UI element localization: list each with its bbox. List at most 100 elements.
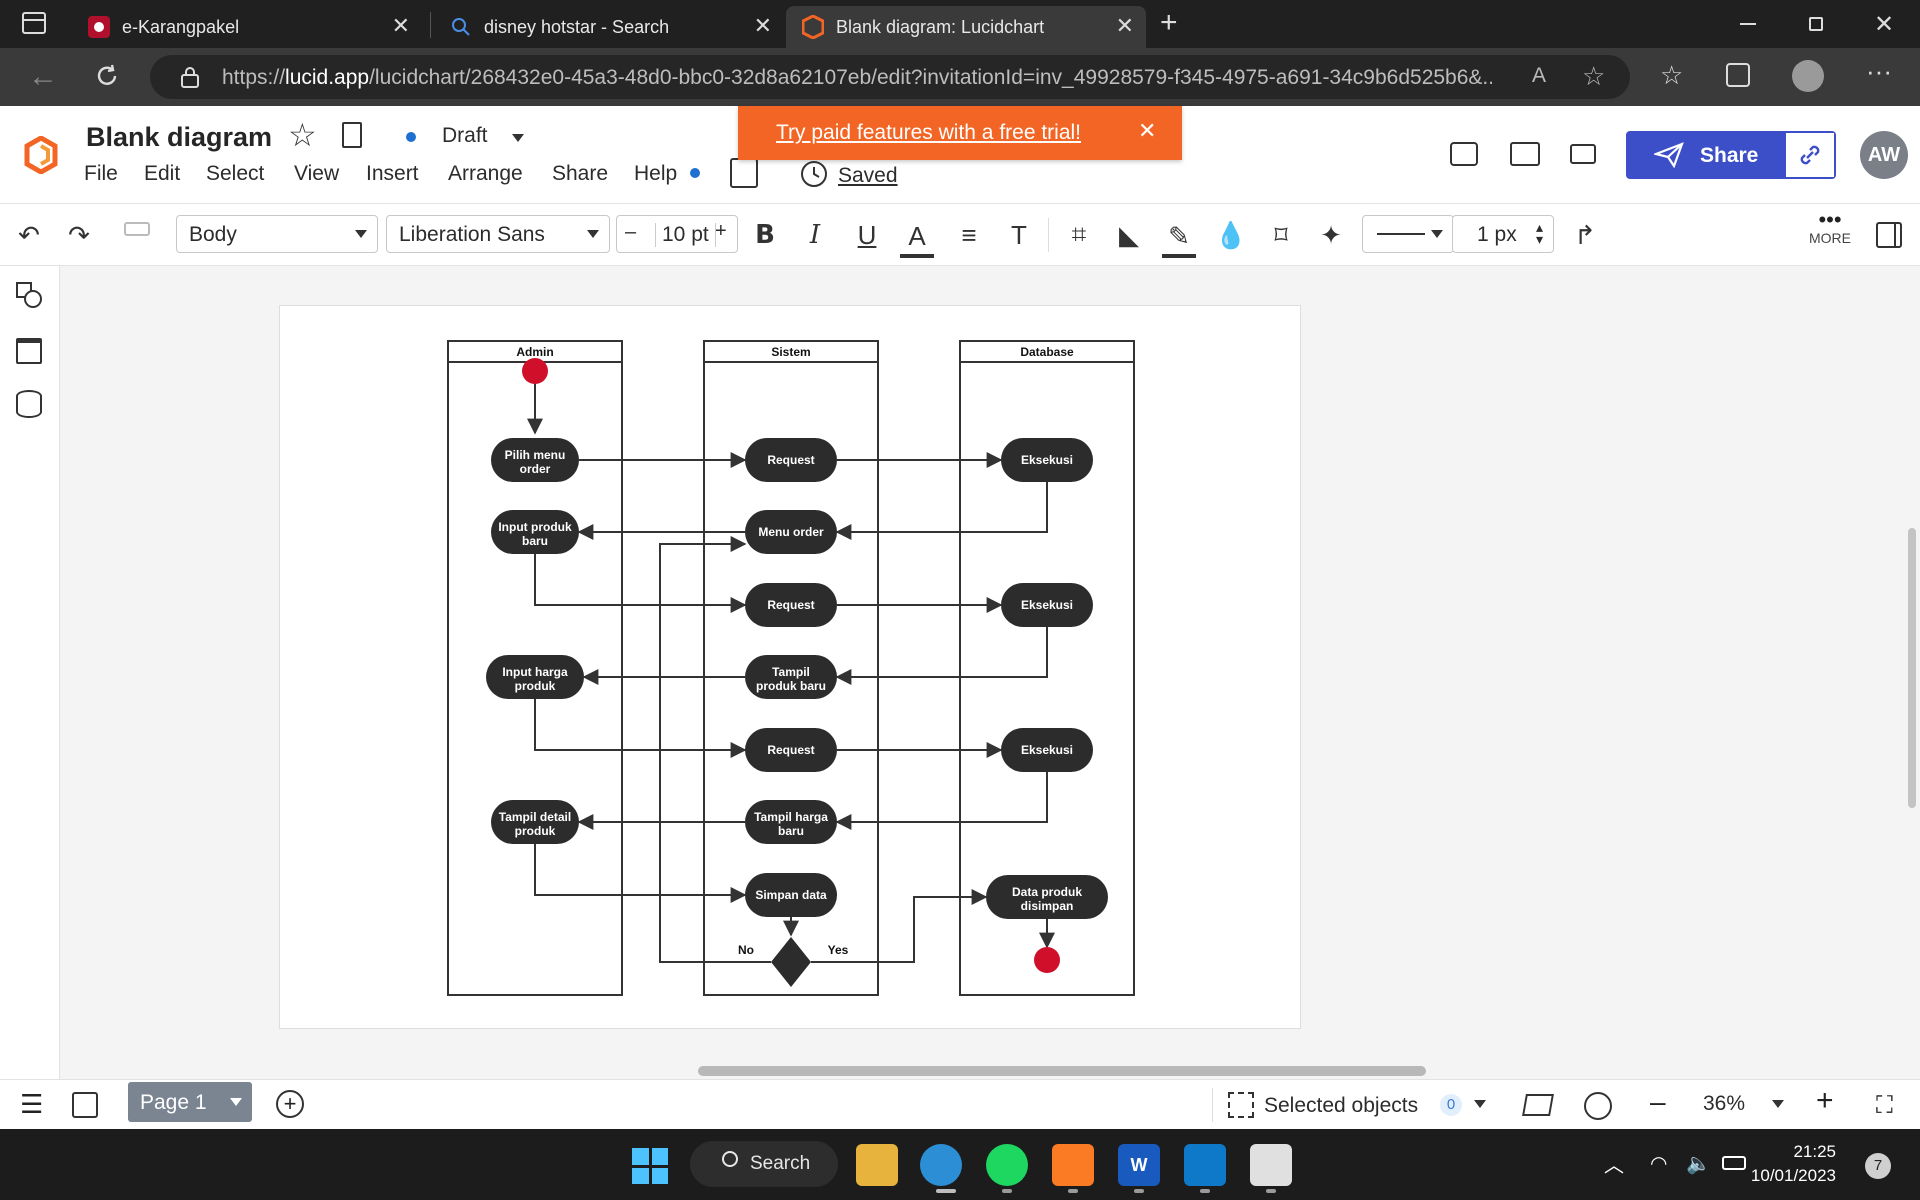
node-pilih-menu-order[interactable]: Pilih menu order <box>491 438 579 482</box>
chevron-up-icon[interactable]: ︿ <box>1604 1149 1624 1178</box>
node-eksekusi-1[interactable]: Eksekusi <box>1001 438 1093 482</box>
layers-icon[interactable] <box>1522 1094 1554 1116</box>
file-explorer-icon[interactable] <box>856 1144 898 1186</box>
minimize-button[interactable] <box>1728 8 1768 40</box>
xampp-icon[interactable] <box>1052 1144 1094 1186</box>
node-request-2[interactable]: Request <box>745 583 837 627</box>
menu-insert[interactable]: Insert <box>366 162 419 186</box>
theme-icon[interactable]: ⌑ <box>1264 218 1298 252</box>
feature-find-icon[interactable] <box>730 158 758 188</box>
crop-icon[interactable]: ⌗ <box>1062 218 1096 252</box>
collections-icon[interactable] <box>1726 63 1750 87</box>
menu-arrange[interactable]: Arrange <box>448 162 523 186</box>
url-bar[interactable]: https://lucid.app/lucidchart/268432e0-45… <box>150 55 1630 99</box>
chevron-down-icon[interactable] <box>1772 1100 1784 1108</box>
zoom-level[interactable]: 36% <box>1703 1092 1745 1116</box>
windows-start-icon[interactable] <box>632 1148 668 1184</box>
volume-icon[interactable]: 🔈 <box>1686 1151 1711 1176</box>
trial-link[interactable]: Try paid features with a free trial! <box>776 121 1081 145</box>
data-link-icon[interactable] <box>16 390 42 418</box>
share-button[interactable]: Share <box>1626 131 1836 179</box>
menu-file[interactable]: File <box>84 162 118 186</box>
saved-status[interactable]: Saved <box>838 164 898 188</box>
selected-objects-label[interactable]: Selected objects <box>1264 1094 1418 1118</box>
node-tampil-produk-baru[interactable]: Tampil produk baru <box>745 655 837 699</box>
bold-icon[interactable]: B <box>748 218 782 252</box>
font-size-stepper[interactable]: – 10 pt + <box>616 215 738 253</box>
node-tampil-detail-produk[interactable]: Tampil detail produk <box>491 800 579 844</box>
document-icon[interactable] <box>342 122 362 148</box>
zoom-in-button[interactable]: + <box>1816 1084 1834 1118</box>
new-tab-button[interactable]: + <box>1160 6 1178 40</box>
page-grid-icon[interactable] <box>72 1092 98 1118</box>
opacity-icon[interactable]: 💧 <box>1214 218 1248 252</box>
node-tampil-harga-baru[interactable]: Tampil harga baru <box>745 800 837 844</box>
close-icon[interactable]: ✕ <box>1116 15 1134 37</box>
node-request-1[interactable]: Request <box>745 438 837 482</box>
favorite-add-icon[interactable]: ☆ <box>1582 61 1605 92</box>
copy-link-button[interactable] <box>1786 133 1834 177</box>
page-tab[interactable]: Page 1 <box>128 1082 252 1122</box>
tab-e-karangpakel[interactable]: e-Karangpakel ✕ <box>72 6 422 48</box>
font-size-value[interactable]: 10 pt <box>655 223 716 247</box>
font-select[interactable]: Liberation Sans <box>386 215 610 253</box>
tab-disney-search[interactable]: disney hotstar - Search ✕ <box>432 6 784 48</box>
window-close-button[interactable]: ✕ <box>1864 8 1904 40</box>
wifi-icon[interactable]: ◠ <box>1650 1151 1667 1176</box>
chevron-down-icon[interactable] <box>230 1098 242 1106</box>
edge-browser-icon[interactable] <box>920 1144 962 1186</box>
menu-help[interactable]: Help <box>634 162 677 186</box>
draft-dropdown-caret[interactable] <box>512 134 524 142</box>
underline-icon[interactable]: U <box>850 218 884 252</box>
text-options-icon[interactable]: T <box>1002 218 1036 252</box>
frame-icon[interactable] <box>16 338 42 364</box>
word-icon[interactable]: W <box>1118 1144 1160 1186</box>
horizontal-scrollbar[interactable] <box>698 1066 1426 1076</box>
magic-wand-icon[interactable]: ✦ <box>1314 218 1348 252</box>
page-list-icon[interactable]: ☰ <box>20 1091 43 1117</box>
fullscreen-icon[interactable]: ⛶ <box>1876 1092 1893 1120</box>
tab-lucidchart[interactable]: Blank diagram: Lucidchart ✕ <box>786 6 1146 48</box>
node-eksekusi-2[interactable]: Eksekusi <box>1001 583 1093 627</box>
spotify-icon[interactable] <box>986 1144 1028 1186</box>
video-icon[interactable] <box>1570 144 1596 164</box>
document-title[interactable]: Blank diagram <box>86 122 272 153</box>
menu-edit[interactable]: Edit <box>144 162 180 186</box>
align-icon[interactable]: ≡ <box>952 218 986 252</box>
close-icon[interactable]: ✕ <box>1138 118 1156 144</box>
draft-status[interactable]: Draft <box>442 124 488 148</box>
notification-badge[interactable]: 7 <box>1865 1153 1891 1179</box>
italic-icon[interactable]: I <box>798 218 832 252</box>
line-style-select[interactable] <box>1362 215 1454 253</box>
node-simpan-data[interactable]: Simpan data <box>745 873 837 917</box>
back-icon[interactable]: ← <box>28 60 58 94</box>
add-page-button[interactable]: + <box>276 1090 304 1118</box>
node-data-produk-disimpan[interactable]: Data produk disimpan <box>986 875 1108 919</box>
more-button[interactable]: ••• MORE <box>1806 209 1854 260</box>
node-menu-order[interactable]: Menu order <box>745 510 837 554</box>
zoom-out-button[interactable]: – <box>1650 1086 1666 1118</box>
diagram-page[interactable]: Admin Sistem Database Pilih menu order I… <box>279 305 1301 1029</box>
favorites-icon[interactable]: ☆ <box>1660 60 1683 91</box>
snipping-tool-icon[interactable] <box>1250 1144 1292 1186</box>
style-select[interactable]: Body <box>176 215 378 253</box>
vertical-scrollbar[interactable] <box>1908 528 1916 808</box>
profile-icon[interactable] <box>1792 60 1824 92</box>
format-painter-icon[interactable] <box>124 222 150 236</box>
activity-diagram[interactable]: Admin Sistem Database Pilih menu order I… <box>280 306 1302 1030</box>
restore-button[interactable] <box>1796 8 1836 40</box>
close-icon[interactable]: ✕ <box>754 15 772 37</box>
comments-icon[interactable] <box>1450 142 1478 166</box>
line-color-icon[interactable]: ✎ <box>1162 218 1196 258</box>
vscode-icon[interactable] <box>1184 1144 1226 1186</box>
connector-style-icon[interactable]: ↱ <box>1568 218 1602 252</box>
taskbar-clock[interactable]: 21:25 10/01/2023 <box>1740 1140 1836 1188</box>
url-text[interactable]: https://lucid.app/lucidchart/268432e0-45… <box>222 66 1492 90</box>
text-color-icon[interactable]: A <box>900 218 934 258</box>
tab-actions-icon[interactable] <box>22 12 46 34</box>
select-cursor-icon[interactable] <box>1228 1092 1254 1118</box>
end-node[interactable] <box>1034 947 1060 973</box>
menu-view[interactable]: View <box>294 162 339 186</box>
node-input-produk-baru[interactable]: Input produk baru <box>491 510 579 554</box>
refresh-icon[interactable] <box>94 63 120 89</box>
